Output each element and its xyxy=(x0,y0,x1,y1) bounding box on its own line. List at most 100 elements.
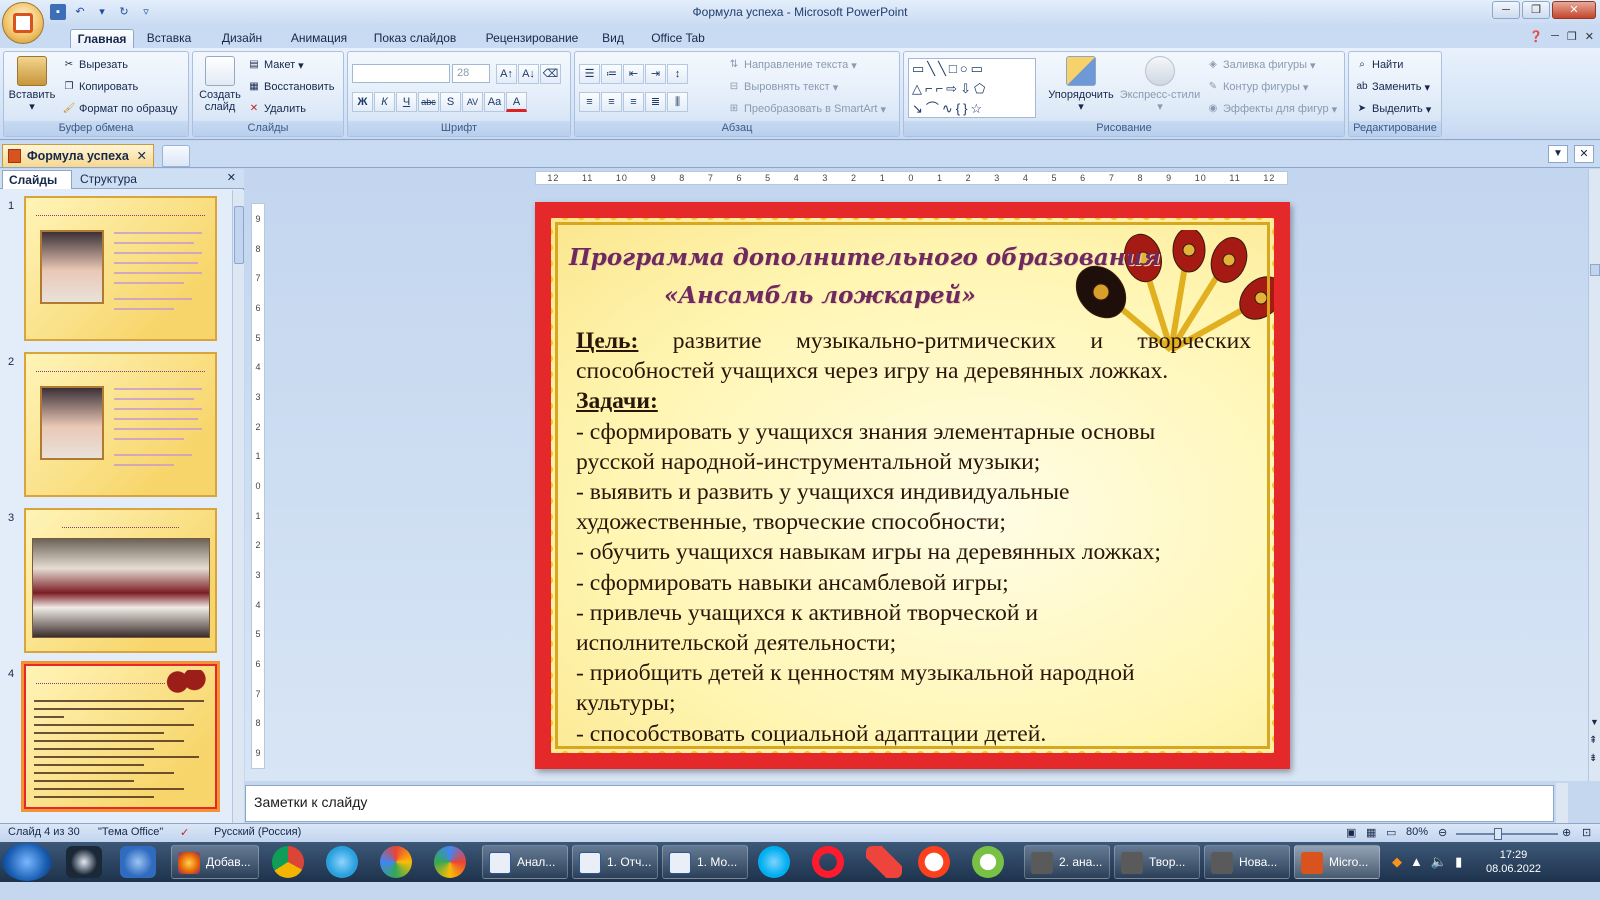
line-spacing-icon[interactable]: ↕ xyxy=(667,64,688,84)
delete-slide-button[interactable]: ✕ Удалить xyxy=(247,102,306,116)
steam-icon[interactable] xyxy=(66,846,102,878)
help-icon[interactable]: ❓ xyxy=(1529,30,1543,43)
zoom-slider-thumb[interactable] xyxy=(1494,828,1502,840)
next-slide-icon[interactable]: ⇟ xyxy=(1589,753,1597,764)
align-left-icon[interactable]: ≡ xyxy=(579,92,600,112)
smartart-button[interactable]: ⊞ Преобразовать в SmartArt ▾ xyxy=(727,102,886,116)
slide-title[interactable]: Программа дополнительного образования xyxy=(569,244,1161,271)
document-tab[interactable]: Формула успеха ✕ xyxy=(2,144,154,167)
ribbon-restore-icon[interactable]: ❐ xyxy=(1567,30,1577,43)
shape-effects-button[interactable]: ◉ Эффекты для фигур ▾ xyxy=(1206,102,1338,116)
align-center-icon[interactable]: ≡ xyxy=(601,92,622,112)
taskbar-app-powerpoint[interactable]: Micro... xyxy=(1294,845,1380,879)
telegram-icon[interactable] xyxy=(326,846,358,878)
slide-subtitle[interactable]: «Ансамбль ложкарей» xyxy=(664,282,976,309)
picasa2-icon[interactable] xyxy=(434,846,466,878)
zoom-level[interactable]: 80% xyxy=(1406,826,1428,838)
taskbar-app-doc-3[interactable]: Нова... xyxy=(1204,845,1290,879)
clock[interactable]: 17:29 08.06.2022 xyxy=(1486,848,1541,876)
close-tab-icon[interactable]: ✕ xyxy=(137,145,147,167)
select-button[interactable]: ➤ Выделить ▾ xyxy=(1355,102,1431,116)
chrome-icon[interactable] xyxy=(272,846,304,878)
new-tab-button[interactable] xyxy=(162,145,190,167)
taskbar-app-word-3[interactable]: 1. Мо... xyxy=(662,845,748,879)
taskbar-app-firefox[interactable]: Добав... xyxy=(171,845,259,879)
slide-thumbnail-2[interactable] xyxy=(24,352,217,497)
slide-canvas[interactable]: Программа дополнительного образования «А… xyxy=(535,202,1290,769)
tab-insert[interactable]: Вставка xyxy=(140,29,198,48)
tab-office-tab[interactable]: Office Tab xyxy=(644,29,712,48)
zoom-in-icon[interactable]: ⊕ xyxy=(1562,826,1571,839)
slide-body-text[interactable]: Цель: развитие музыкально-ритмических и … xyxy=(576,326,1251,749)
zoom-slider[interactable] xyxy=(1456,828,1558,840)
shrink-font-icon[interactable]: A↓ xyxy=(518,64,539,84)
office-button[interactable] xyxy=(2,2,44,44)
underline-button[interactable]: Ч xyxy=(396,92,417,112)
strikethrough-button[interactable]: abc xyxy=(418,92,439,112)
text-direction-button[interactable]: ⇅ Направление текста ▾ xyxy=(727,58,857,72)
shape-fill-button[interactable]: ◈ Заливка фигуры ▾ xyxy=(1206,58,1315,72)
prev-slide-icon[interactable]: ⇞ xyxy=(1589,735,1597,746)
decrease-indent-icon[interactable]: ⇤ xyxy=(623,64,644,84)
qbittorrent-icon[interactable] xyxy=(120,846,156,878)
opera-icon[interactable] xyxy=(812,846,844,878)
find-button[interactable]: ⌕ Найти xyxy=(1355,58,1403,72)
tab-design[interactable]: Дизайн xyxy=(212,29,272,48)
skype-icon[interactable] xyxy=(758,846,790,878)
font-name-select[interactable] xyxy=(352,64,450,83)
tab-review[interactable]: Рецензирование xyxy=(478,29,586,48)
minimize-button[interactable]: ─ xyxy=(1492,1,1520,19)
new-slide-button[interactable]: Создать слайд xyxy=(197,56,243,113)
tab-outline[interactable]: Структура xyxy=(74,170,148,189)
slide-thumbnail-3[interactable] xyxy=(24,508,217,653)
bullets-icon[interactable]: ☰ xyxy=(579,64,600,84)
paste-button[interactable]: Вставить ▾ xyxy=(8,56,56,113)
ribbon-minimize-icon[interactable]: ─ xyxy=(1551,30,1559,43)
shadow-button[interactable]: S xyxy=(440,92,461,112)
start-button[interactable] xyxy=(2,843,52,881)
slides-pane-scrollbar[interactable] xyxy=(232,190,244,840)
sorter-view-icon[interactable]: ▦ xyxy=(1366,826,1376,839)
ribbon-close-icon[interactable]: ✕ xyxy=(1585,30,1594,43)
slide-thumbnail-1[interactable] xyxy=(24,196,217,341)
layout-button[interactable]: ▤ Макет ▾ xyxy=(247,58,303,72)
volume-icon[interactable]: 🔈 xyxy=(1431,854,1447,870)
font-size-select[interactable]: 28 xyxy=(452,64,490,83)
zoom-out-icon[interactable]: ⊖ xyxy=(1438,826,1447,839)
tab-view[interactable]: Вид xyxy=(598,29,628,48)
anydesk-icon[interactable] xyxy=(866,846,902,878)
increase-indent-icon[interactable]: ⇥ xyxy=(645,64,666,84)
reset-button[interactable]: ▦ Восстановить xyxy=(247,80,334,94)
arrange-button[interactable]: Упорядочить ▾ xyxy=(1044,56,1118,113)
justify-icon[interactable]: ≣ xyxy=(645,92,666,112)
columns-icon[interactable]: ⫼ xyxy=(667,92,688,112)
italic-button[interactable]: К xyxy=(374,92,395,112)
firefox-tray-icon[interactable]: ◆ xyxy=(1392,854,1402,870)
language-indicator[interactable]: Русский (Россия) xyxy=(214,826,301,838)
shapes-gallery[interactable]: ▭╲╲□○▭ △⌐⌐⇨⇩⬠ ↘⌒∿{}☆ xyxy=(908,58,1036,118)
align-text-button[interactable]: ⊟ Выровнять текст ▾ xyxy=(727,80,838,94)
scroll-down-icon[interactable]: ▼ xyxy=(1590,717,1599,727)
shape-outline-button[interactable]: ✎ Контур фигуры ▾ xyxy=(1206,80,1309,94)
copy-button[interactable]: ❐ Копировать xyxy=(62,80,139,94)
show-hidden-icons-icon[interactable]: ▲ xyxy=(1410,854,1423,870)
maximize-button[interactable]: ❐ xyxy=(1522,1,1550,19)
taskbar-app-doc-2[interactable]: Твор... xyxy=(1114,845,1200,879)
notes-scrollbar[interactable] xyxy=(1556,783,1568,823)
grow-font-icon[interactable]: A↑ xyxy=(496,64,517,84)
network-icon[interactable]: ▮ xyxy=(1455,854,1462,870)
close-button[interactable]: ✕ xyxy=(1552,1,1596,19)
fit-slide-icon[interactable]: ⊡ xyxy=(1582,826,1591,839)
tab-list-dropdown-icon[interactable]: ▼ xyxy=(1548,145,1568,163)
spellcheck-icon[interactable]: ✓ xyxy=(180,826,189,839)
taskbar-app-doc-1[interactable]: 2. ана... xyxy=(1024,845,1110,879)
workspace-scrollbar[interactable]: ▼ ⇞ ⇟ xyxy=(1588,169,1600,781)
tab-home[interactable]: Главная xyxy=(70,29,134,48)
align-right-icon[interactable]: ≡ xyxy=(623,92,644,112)
utorrent-icon[interactable] xyxy=(972,846,1004,878)
tab-slideshow[interactable]: Показ слайдов xyxy=(365,29,465,48)
picasa-icon[interactable] xyxy=(380,846,412,878)
bold-button[interactable]: Ж xyxy=(352,92,373,112)
change-case-button[interactable]: Aa xyxy=(484,92,505,112)
format-painter-button[interactable]: 🖌 Формат по образцу xyxy=(62,102,178,116)
